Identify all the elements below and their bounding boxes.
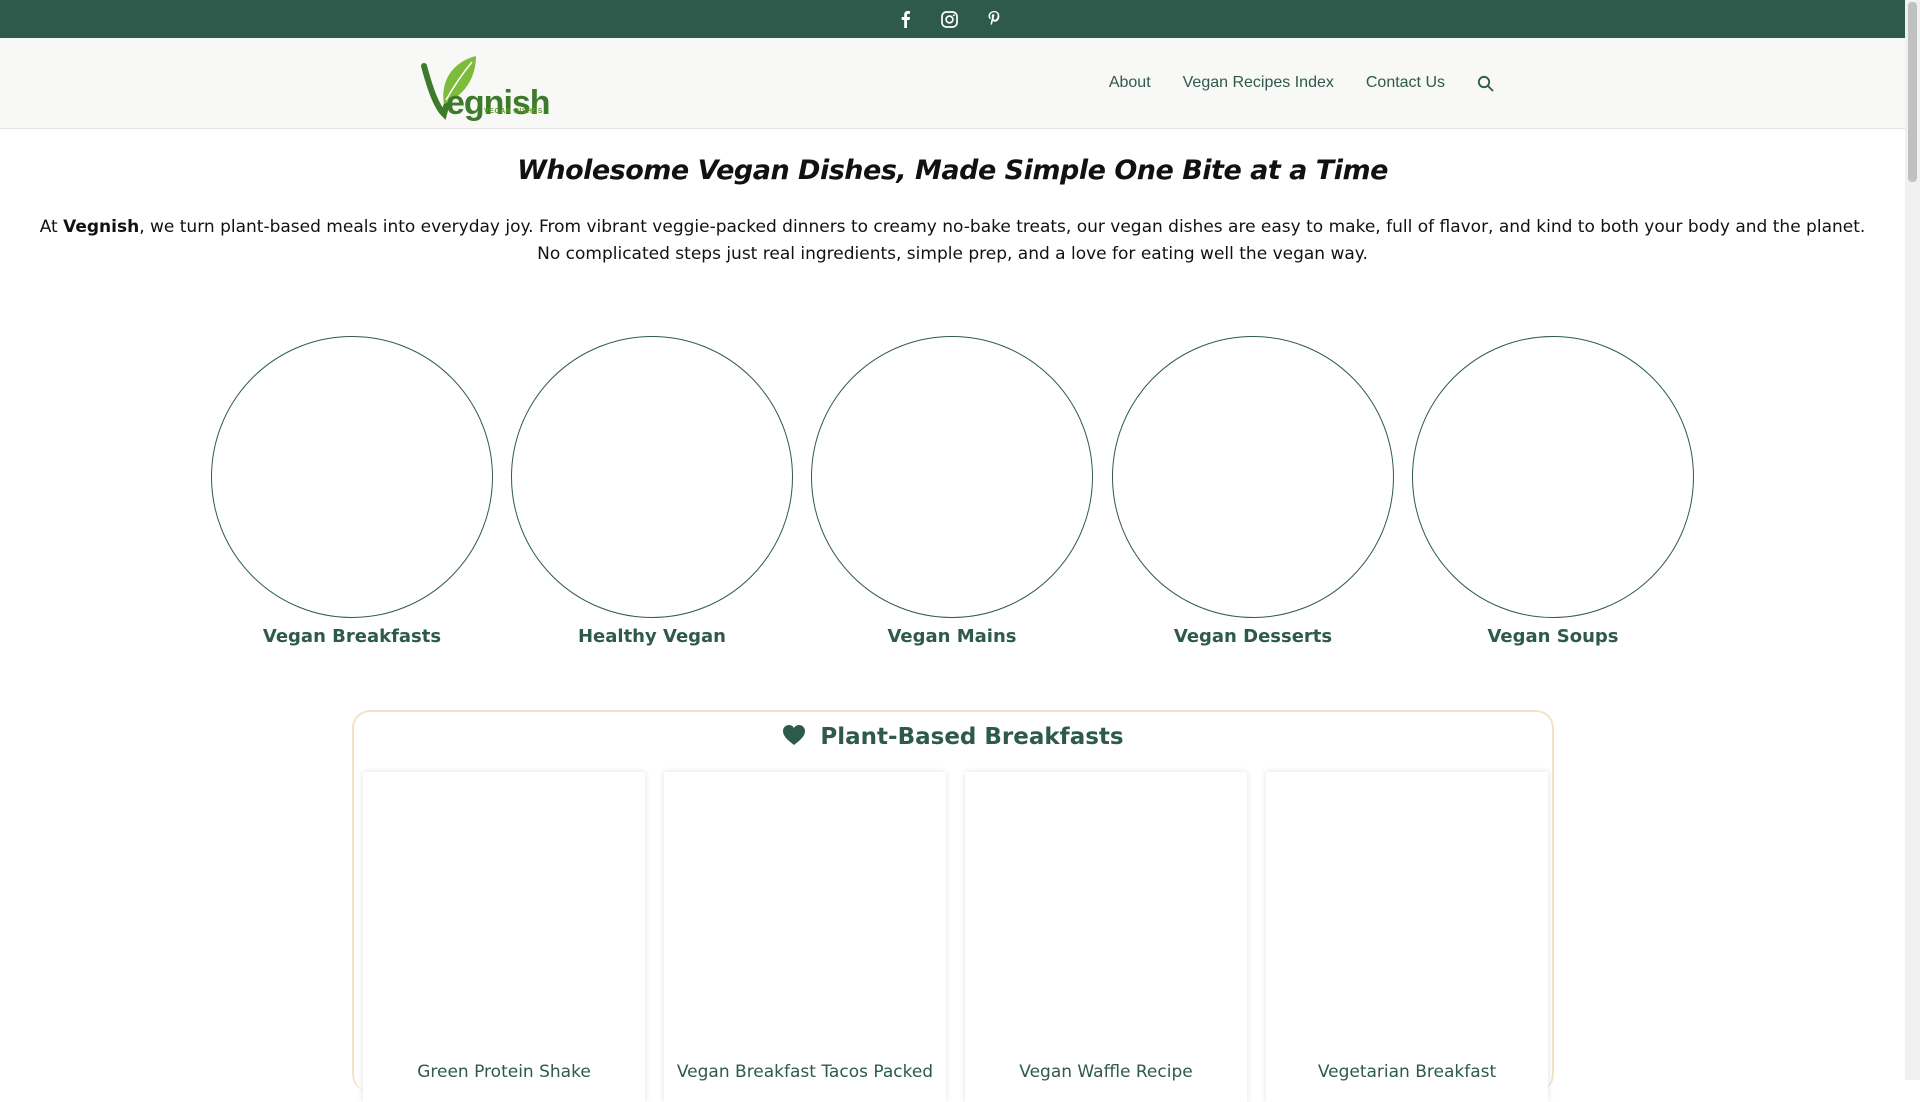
recipe-card-title[interactable]: Green Protein Shake (363, 1062, 645, 1082)
category-vegan-breakfasts[interactable]: Vegan Breakfasts (210, 336, 494, 647)
category-vegan-desserts[interactable]: Vegan Desserts (1111, 336, 1395, 647)
recipe-card[interactable]: Vegetarian Breakfast (1266, 772, 1548, 1102)
pinterest-icon[interactable] (981, 6, 1007, 32)
nav-about[interactable]: About (1109, 74, 1151, 92)
main-nav: About Vegan Recipes Index Contact Us (1109, 38, 1497, 128)
category-label[interactable]: Vegan Soups (1411, 626, 1695, 647)
category-vegan-soups[interactable]: Vegan Soups (1411, 336, 1695, 647)
category-image[interactable] (211, 336, 493, 618)
heart-icon (782, 724, 806, 750)
social-links (893, 6, 1007, 32)
page-headline: Wholesome Vegan Dishes, Made Simple One … (517, 155, 1388, 186)
intro-paragraph: At Vegnish, we turn plant-based meals in… (30, 214, 1875, 268)
nav-vegan-recipes-index[interactable]: Vegan Recipes Index (1183, 74, 1334, 92)
category-image[interactable] (1412, 336, 1694, 618)
social-topbar (0, 0, 1905, 38)
category-healthy-vegan[interactable]: Healthy Vegan (510, 336, 794, 647)
featured-title: Plant-Based Breakfasts (354, 724, 1552, 750)
page-scrollbar[interactable] (1905, 0, 1920, 1080)
recipe-card-title[interactable]: Vegan Breakfast Tacos Packed (664, 1062, 946, 1082)
intro-body: , we turn plant-based meals into everyda… (139, 217, 1866, 264)
category-vegan-mains[interactable]: Vegan Mains (810, 336, 1094, 647)
site-header: egnish VEGAN DISHES About Vegan Recipes … (0, 38, 1905, 129)
category-label[interactable]: Vegan Desserts (1111, 626, 1395, 647)
facebook-icon[interactable] (893, 6, 919, 32)
nav-contact-us[interactable]: Contact Us (1366, 74, 1445, 92)
logo-wordmark: egnish (446, 84, 551, 122)
search-icon[interactable] (1477, 73, 1497, 93)
site-logo[interactable]: egnish VEGAN DISHES (418, 48, 551, 122)
recipe-card[interactable]: Vegan Breakfast Tacos Packed (664, 772, 946, 1102)
category-image[interactable] (1112, 336, 1394, 618)
recipe-card-title[interactable]: Vegetarian Breakfast (1266, 1062, 1548, 1082)
intro-brand: Vegnish (63, 217, 140, 237)
recipe-card[interactable]: Green Protein Shake (363, 772, 645, 1102)
category-label[interactable]: Healthy Vegan (510, 626, 794, 647)
intro-prefix: At (39, 217, 64, 237)
category-image[interactable] (511, 336, 793, 618)
featured-section: Plant-Based Breakfasts Green Protein Sha… (352, 710, 1554, 1102)
scrollbar-thumb[interactable] (1908, 2, 1917, 182)
recipe-card-title[interactable]: Vegan Waffle Recipe (965, 1062, 1247, 1082)
category-label[interactable]: Vegan Mains (810, 626, 1094, 647)
category-image[interactable] (811, 336, 1093, 618)
recipe-card[interactable]: Vegan Waffle Recipe (965, 772, 1247, 1102)
logo-tagline: VEGAN DISHES (484, 108, 543, 115)
instagram-icon[interactable] (937, 6, 963, 32)
featured-heading: Plant-Based Breakfasts (820, 724, 1124, 750)
category-label[interactable]: Vegan Breakfasts (210, 626, 494, 647)
category-list: Vegan Breakfasts Healthy Vegan Vegan Mai… (210, 336, 1695, 656)
